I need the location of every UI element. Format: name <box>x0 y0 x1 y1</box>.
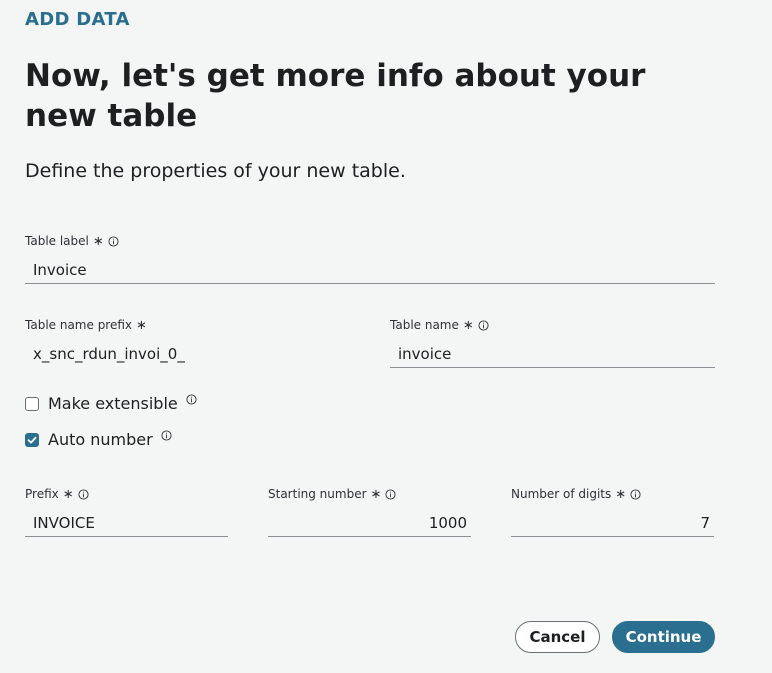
info-icon[interactable] <box>161 430 172 441</box>
info-icon[interactable] <box>108 235 119 247</box>
starting-number-field-label: Starting number ∗ <box>268 487 396 501</box>
info-icon[interactable] <box>630 488 641 500</box>
prefix-field-label: Prefix ∗ <box>25 487 89 501</box>
checkmark-icon <box>27 436 37 443</box>
table-name-prefix-label-text: Table name prefix <box>25 318 133 332</box>
cancel-button[interactable]: Cancel <box>515 621 600 653</box>
asterisk-icon: ∗ <box>370 486 382 502</box>
page-title: Now, let's get more info about your new … <box>25 58 646 134</box>
info-icon[interactable] <box>385 488 396 500</box>
starting-number-label-text: Starting number <box>268 487 367 501</box>
number-of-digits-field-label: Number of digits ∗ <box>511 487 641 501</box>
asterisk-icon: ∗ <box>92 233 104 249</box>
prefix-label-text: Prefix <box>25 487 59 501</box>
table-name-prefix-value: x_snc_rdun_invoi_0_ <box>33 345 185 363</box>
table-label-label-text: Table label <box>25 234 89 248</box>
number-of-digits-label-text: Number of digits <box>511 487 612 501</box>
make-extensible-option[interactable]: Make extensible <box>25 394 197 413</box>
info-icon[interactable] <box>186 394 197 405</box>
continue-button[interactable]: Continue <box>612 621 715 653</box>
asterisk-icon: ∗ <box>462 317 474 333</box>
auto-number-label: Auto number <box>48 430 153 449</box>
table-name-label-text: Table name <box>390 318 459 332</box>
page-subtitle: Define the properties of your new table. <box>25 160 406 182</box>
starting-number-input[interactable] <box>268 509 471 537</box>
info-icon[interactable] <box>478 319 489 331</box>
asterisk-icon: ∗ <box>615 486 627 502</box>
number-of-digits-input[interactable] <box>511 509 714 537</box>
eyebrow-label: ADD DATA <box>25 9 130 30</box>
table-label-input[interactable] <box>25 256 715 284</box>
asterisk-icon: ∗ <box>62 486 74 502</box>
info-icon[interactable] <box>78 488 89 500</box>
asterisk-icon: ∗ <box>136 317 147 333</box>
auto-number-checkbox[interactable] <box>25 432 39 447</box>
auto-number-option[interactable]: Auto number <box>25 430 172 449</box>
make-extensible-label: Make extensible <box>48 394 178 413</box>
make-extensible-checkbox[interactable] <box>25 396 39 411</box>
table-name-input[interactable] <box>390 340 715 368</box>
table-name-field-label: Table name ∗ <box>390 318 489 332</box>
table-name-prefix-field-label: Table name prefix ∗ <box>25 318 147 332</box>
table-label-field-label: Table label ∗ <box>25 234 119 248</box>
prefix-input[interactable] <box>25 509 228 537</box>
